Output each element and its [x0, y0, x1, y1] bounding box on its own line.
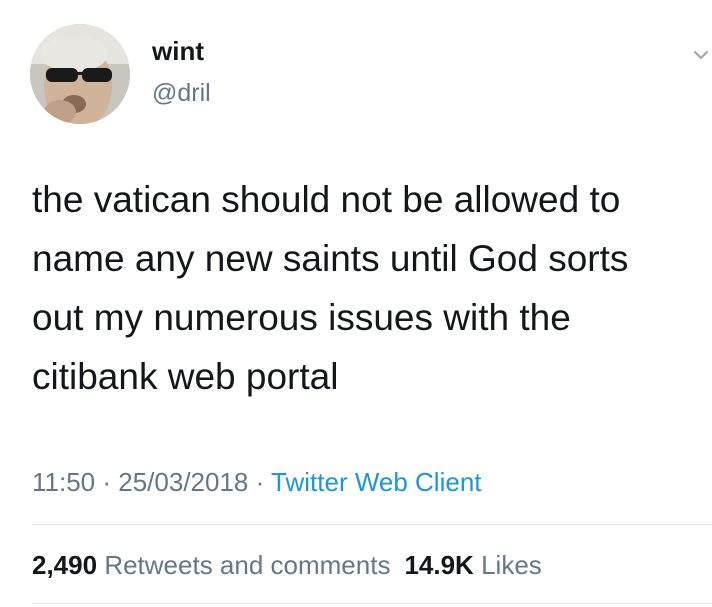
tweet-date: 25/03/2018 — [118, 467, 249, 497]
avatar[interactable] — [30, 24, 130, 124]
likes-stat[interactable]: 14.9K Likes — [404, 550, 541, 580]
retweets-count: 2,490 — [32, 550, 98, 580]
tweet-stats: 2,490 Retweets and comments 14.9K Likes — [32, 549, 542, 581]
tweet-text: the vatican should not be allowed to nam… — [32, 179, 629, 397]
retweets-stat[interactable]: 2,490 Retweets and comments — [32, 550, 390, 580]
meta-separator: · — [95, 467, 119, 497]
tweet-time: 11:50 — [32, 467, 96, 497]
meta-separator: · — [248, 467, 272, 497]
author-handle[interactable]: @dril — [152, 78, 211, 108]
tweet-meta: 11:50 · 25/03/2018 · Twitter Web Client — [32, 466, 482, 498]
divider — [32, 603, 712, 604]
tweet-client-link[interactable]: Twitter Web Client — [271, 467, 481, 497]
author-display-name[interactable]: wint — [152, 36, 204, 66]
likes-label: Likes — [481, 550, 542, 580]
divider — [32, 524, 712, 525]
retweets-label: Retweets and comments — [104, 550, 391, 580]
likes-count: 14.9K — [404, 550, 474, 580]
avatar-image — [30, 24, 130, 124]
chevron-down-icon[interactable] — [692, 46, 710, 64]
